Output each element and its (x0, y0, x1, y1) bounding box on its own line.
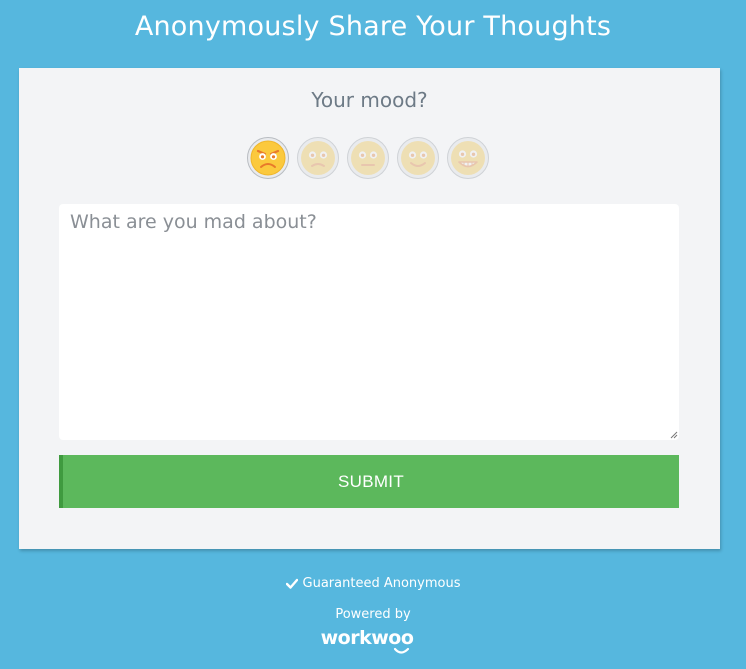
resize-handle-icon[interactable] (670, 431, 678, 439)
mood-neutral-button[interactable] (347, 137, 389, 179)
checkmark-icon (285, 578, 298, 589)
neutral-face-icon (351, 141, 385, 175)
workwoo-logo[interactable]: workwoo (315, 623, 419, 659)
mood-happy-button[interactable] (397, 137, 439, 179)
happy-face-icon (401, 141, 435, 175)
very-happy-face-icon (451, 141, 485, 175)
anonymity-text: Guaranteed Anonymous (302, 576, 461, 591)
anonymity-note: Guaranteed Anonymous (0, 575, 746, 593)
submit-button[interactable]: SUBMIT (59, 455, 679, 508)
smile-icon (393, 647, 410, 654)
mad-face-icon (250, 140, 286, 176)
comment-box-container (59, 204, 679, 440)
powered-by-label: Powered by (335, 607, 411, 622)
mood-mad-button[interactable] (247, 137, 289, 179)
mood-sad-button[interactable] (297, 137, 339, 179)
comment-textarea[interactable] (59, 204, 679, 440)
mood-question: Your mood? (311, 88, 428, 112)
brand-wordmark: workwoo (321, 627, 414, 649)
mood-very-happy-button[interactable] (447, 137, 489, 179)
feedback-card: Your mood? What are you mad about? SUBMI… (19, 68, 720, 549)
page-title: Anonymously Share Your Thoughts (134, 11, 612, 42)
mood-selector (247, 137, 497, 181)
sad-face-icon (301, 141, 335, 175)
